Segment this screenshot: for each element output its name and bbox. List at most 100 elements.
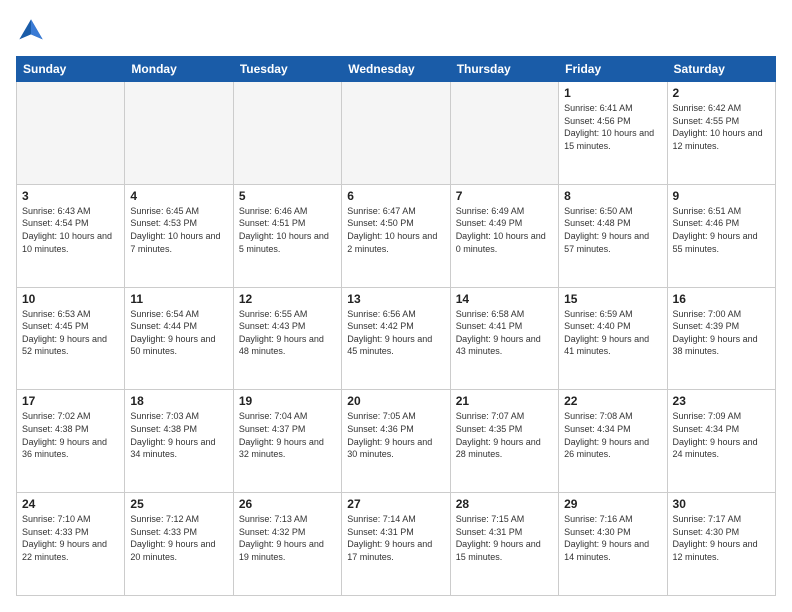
day-number: 20 xyxy=(347,394,444,408)
day-info: Sunrise: 7:04 AM Sunset: 4:37 PM Dayligh… xyxy=(239,410,336,460)
day-info: Sunrise: 6:42 AM Sunset: 4:55 PM Dayligh… xyxy=(673,102,770,152)
day-cell: 17Sunrise: 7:02 AM Sunset: 4:38 PM Dayli… xyxy=(17,390,125,493)
day-info: Sunrise: 6:45 AM Sunset: 4:53 PM Dayligh… xyxy=(130,205,227,255)
day-cell: 8 Sunrise: 6:50 AM Sunset: 4:48 PM Daylig… xyxy=(559,184,667,287)
day-cell: 16 Sunrise: 7:00 AM Sunset: 4:39 PM Dayli… xyxy=(667,287,775,390)
day-number: 4 xyxy=(130,189,227,203)
day-info: Sunrise: 6:41 AM Sunset: 4:56 PM Dayligh… xyxy=(564,102,661,152)
day-cell xyxy=(17,82,125,185)
day-number: 12 xyxy=(239,292,336,306)
day-info: Sunrise: 7:10 AM Sunset: 4:33 PM Dayligh… xyxy=(22,513,119,563)
day-cell: 14 Sunrise: 6:58 AM Sunset: 4:41 PM Dayli… xyxy=(450,287,558,390)
day-cell: 23 Sunrise: 7:09 AM Sunset: 4:34 PM Dayli… xyxy=(667,390,775,493)
day-cell xyxy=(450,82,558,185)
logo-icon xyxy=(16,16,46,46)
day-info: Sunrise: 7:00 AM Sunset: 4:39 PM Dayligh… xyxy=(673,308,770,358)
day-info: Sunrise: 7:12 AM Sunset: 4:33 PM Dayligh… xyxy=(130,513,227,563)
day-number: 14 xyxy=(456,292,553,306)
day-number: 10 xyxy=(22,292,119,306)
day-number: 8 xyxy=(564,189,661,203)
day-number: 3 xyxy=(22,189,119,203)
day-cell: 12Sunrise: 6:55 AM Sunset: 4:43 PM Dayli… xyxy=(233,287,341,390)
day-number: 7 xyxy=(456,189,553,203)
day-number: 21 xyxy=(456,394,553,408)
weekday-header-tuesday: Tuesday xyxy=(233,57,341,82)
week-row-2: 10 Sunrise: 6:53 AM Sunset: 4:45 PM Dayli… xyxy=(17,287,776,390)
day-number: 25 xyxy=(130,497,227,511)
day-cell: 13Sunrise: 6:56 AM Sunset: 4:42 PM Dayli… xyxy=(342,287,450,390)
weekday-header-saturday: Saturday xyxy=(667,57,775,82)
day-cell: 11Sunrise: 6:54 AM Sunset: 4:44 PM Dayli… xyxy=(125,287,233,390)
day-number: 30 xyxy=(673,497,770,511)
day-info: Sunrise: 6:56 AM Sunset: 4:42 PM Dayligh… xyxy=(347,308,444,358)
day-cell: 24 Sunrise: 7:10 AM Sunset: 4:33 PM Dayli… xyxy=(17,493,125,596)
day-number: 11 xyxy=(130,292,227,306)
logo xyxy=(16,16,50,46)
day-info: Sunrise: 7:08 AM Sunset: 4:34 PM Dayligh… xyxy=(564,410,661,460)
day-cell: 27 Sunrise: 7:14 AM Sunset: 4:31 PM Dayli… xyxy=(342,493,450,596)
day-number: 23 xyxy=(673,394,770,408)
day-cell: 21 Sunrise: 7:07 AM Sunset: 4:35 PM Dayli… xyxy=(450,390,558,493)
day-info: Sunrise: 6:50 AM Sunset: 4:48 PM Dayligh… xyxy=(564,205,661,255)
day-cell: 18 Sunrise: 7:03 AM Sunset: 4:38 PM Dayli… xyxy=(125,390,233,493)
day-info: Sunrise: 7:17 AM Sunset: 4:30 PM Dayligh… xyxy=(673,513,770,563)
day-cell: 28 Sunrise: 7:15 AM Sunset: 4:31 PM Dayli… xyxy=(450,493,558,596)
weekday-header-wednesday: Wednesday xyxy=(342,57,450,82)
day-number: 28 xyxy=(456,497,553,511)
day-number: 27 xyxy=(347,497,444,511)
day-number: 18 xyxy=(130,394,227,408)
day-info: Sunrise: 6:43 AM Sunset: 4:54 PM Dayligh… xyxy=(22,205,119,255)
day-info: Sunrise: 6:46 AM Sunset: 4:51 PM Dayligh… xyxy=(239,205,336,255)
day-info: Sunrise: 7:03 AM Sunset: 4:38 PM Dayligh… xyxy=(130,410,227,460)
day-info: Sunrise: 6:53 AM Sunset: 4:45 PM Dayligh… xyxy=(22,308,119,358)
day-number: 19 xyxy=(239,394,336,408)
day-number: 29 xyxy=(564,497,661,511)
week-row-4: 24 Sunrise: 7:10 AM Sunset: 4:33 PM Dayli… xyxy=(17,493,776,596)
weekday-header-row: SundayMondayTuesdayWednesdayThursdayFrid… xyxy=(17,57,776,82)
day-cell xyxy=(342,82,450,185)
day-cell: 6Sunrise: 6:47 AM Sunset: 4:50 PM Daylig… xyxy=(342,184,450,287)
day-info: Sunrise: 7:09 AM Sunset: 4:34 PM Dayligh… xyxy=(673,410,770,460)
day-number: 16 xyxy=(673,292,770,306)
day-number: 24 xyxy=(22,497,119,511)
day-info: Sunrise: 7:13 AM Sunset: 4:32 PM Dayligh… xyxy=(239,513,336,563)
day-number: 1 xyxy=(564,86,661,100)
day-info: Sunrise: 7:07 AM Sunset: 4:35 PM Dayligh… xyxy=(456,410,553,460)
day-cell: 25 Sunrise: 7:12 AM Sunset: 4:33 PM Dayli… xyxy=(125,493,233,596)
weekday-header-friday: Friday xyxy=(559,57,667,82)
weekday-header-monday: Monday xyxy=(125,57,233,82)
day-number: 15 xyxy=(564,292,661,306)
day-info: Sunrise: 7:14 AM Sunset: 4:31 PM Dayligh… xyxy=(347,513,444,563)
day-info: Sunrise: 7:05 AM Sunset: 4:36 PM Dayligh… xyxy=(347,410,444,460)
day-info: Sunrise: 6:49 AM Sunset: 4:49 PM Dayligh… xyxy=(456,205,553,255)
day-cell: 30 Sunrise: 7:17 AM Sunset: 4:30 PM Dayli… xyxy=(667,493,775,596)
day-cell: 29Sunrise: 7:16 AM Sunset: 4:30 PM Dayli… xyxy=(559,493,667,596)
day-cell: 5 Sunrise: 6:46 AM Sunset: 4:51 PM Daylig… xyxy=(233,184,341,287)
week-row-0: 1 Sunrise: 6:41 AM Sunset: 4:56 PM Daylig… xyxy=(17,82,776,185)
day-cell: 1 Sunrise: 6:41 AM Sunset: 4:56 PM Daylig… xyxy=(559,82,667,185)
day-cell: 10 Sunrise: 6:53 AM Sunset: 4:45 PM Dayli… xyxy=(17,287,125,390)
week-row-1: 3 Sunrise: 6:43 AM Sunset: 4:54 PM Daylig… xyxy=(17,184,776,287)
day-cell: 26 Sunrise: 7:13 AM Sunset: 4:32 PM Dayli… xyxy=(233,493,341,596)
day-info: Sunrise: 6:58 AM Sunset: 4:41 PM Dayligh… xyxy=(456,308,553,358)
week-row-3: 17Sunrise: 7:02 AM Sunset: 4:38 PM Dayli… xyxy=(17,390,776,493)
day-number: 5 xyxy=(239,189,336,203)
day-cell: 4 Sunrise: 6:45 AM Sunset: 4:53 PM Daylig… xyxy=(125,184,233,287)
day-number: 26 xyxy=(239,497,336,511)
day-cell: 3 Sunrise: 6:43 AM Sunset: 4:54 PM Daylig… xyxy=(17,184,125,287)
day-info: Sunrise: 6:59 AM Sunset: 4:40 PM Dayligh… xyxy=(564,308,661,358)
day-cell: 9Sunrise: 6:51 AM Sunset: 4:46 PM Daylig… xyxy=(667,184,775,287)
weekday-header-sunday: Sunday xyxy=(17,57,125,82)
day-cell: 20 Sunrise: 7:05 AM Sunset: 4:36 PM Dayli… xyxy=(342,390,450,493)
day-cell xyxy=(125,82,233,185)
day-info: Sunrise: 7:15 AM Sunset: 4:31 PM Dayligh… xyxy=(456,513,553,563)
day-info: Sunrise: 6:47 AM Sunset: 4:50 PM Dayligh… xyxy=(347,205,444,255)
day-cell: 22 Sunrise: 7:08 AM Sunset: 4:34 PM Dayli… xyxy=(559,390,667,493)
day-number: 22 xyxy=(564,394,661,408)
header xyxy=(16,16,776,46)
day-info: Sunrise: 6:51 AM Sunset: 4:46 PM Dayligh… xyxy=(673,205,770,255)
day-cell: 7 Sunrise: 6:49 AM Sunset: 4:49 PM Daylig… xyxy=(450,184,558,287)
day-number: 2 xyxy=(673,86,770,100)
weekday-header-thursday: Thursday xyxy=(450,57,558,82)
day-cell: 2 Sunrise: 6:42 AM Sunset: 4:55 PM Daylig… xyxy=(667,82,775,185)
